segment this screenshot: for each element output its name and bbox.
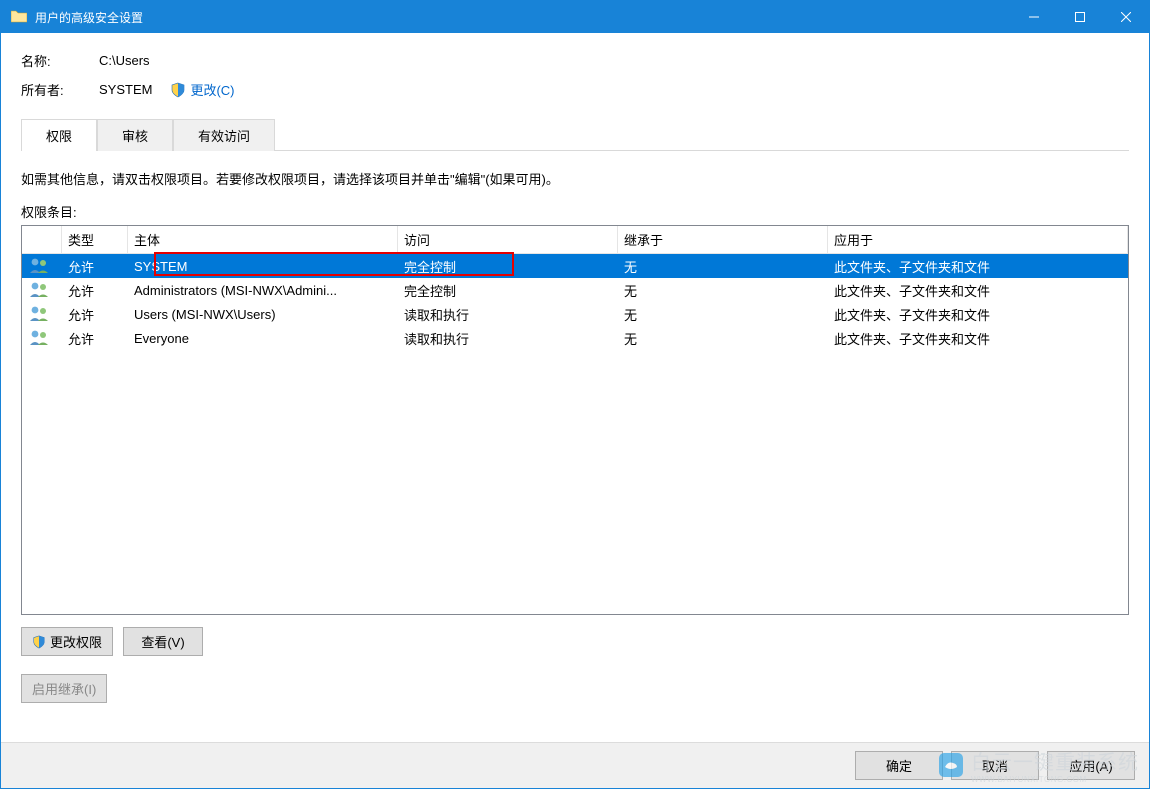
- owner-row: 所有者: SYSTEM 更改(C): [21, 80, 1129, 99]
- advanced-security-window: 用户的高级安全设置 名称: C:\Users 所有者: SYSTEM 更改(C)…: [0, 0, 1150, 789]
- users-icon: [22, 302, 62, 327]
- ok-button[interactable]: 确定: [855, 751, 943, 780]
- col-inherited-from[interactable]: 继承于: [618, 226, 828, 253]
- cell-principal: Everyone: [128, 329, 398, 348]
- permission-entries-label: 权限条目:: [21, 202, 1129, 221]
- cell-applies-to: 此文件夹、子文件夹和文件: [828, 279, 1128, 302]
- content-area: 名称: C:\Users 所有者: SYSTEM 更改(C) 权限 审核 有效访…: [1, 33, 1149, 742]
- tab-auditing[interactable]: 审核: [97, 119, 173, 151]
- cell-applies-to: 此文件夹、子文件夹和文件: [828, 303, 1128, 326]
- cell-principal: Users (MSI-NWX\Users): [128, 305, 398, 324]
- cell-inherited-from: 无: [618, 255, 828, 278]
- dialog-footer: 确定 取消 应用(A) 白云一键重装系统 WWW.BAIYUNXITONG.CO…: [1, 742, 1149, 788]
- cell-inherited-from: 无: [618, 303, 828, 326]
- cancel-button[interactable]: 取消: [951, 751, 1039, 780]
- cell-type: 允许: [62, 303, 128, 326]
- name-value: C:\Users: [99, 53, 150, 68]
- shield-icon: [152, 82, 190, 98]
- col-spacer: [22, 226, 62, 253]
- table-row[interactable]: 允许Administrators (MSI-NWX\Admini...完全控制无…: [22, 278, 1128, 302]
- tab-auditing-label: 审核: [122, 129, 148, 144]
- users-icon: [22, 278, 62, 303]
- enable-inheritance-button[interactable]: 启用继承(I): [21, 674, 107, 703]
- enable-inheritance-label: 启用继承(I): [32, 679, 96, 698]
- cell-access: 读取和执行: [398, 327, 618, 350]
- tab-effective-label: 有效访问: [198, 129, 250, 144]
- col-principal[interactable]: 主体: [128, 226, 398, 253]
- table-header: 类型 主体 访问 继承于 应用于: [22, 226, 1128, 254]
- table-body: 允许SYSTEM完全控制无此文件夹、子文件夹和文件允许Administrator…: [22, 254, 1128, 350]
- cell-access: 完全控制: [398, 279, 618, 302]
- tab-strip: 权限 审核 有效访问: [21, 119, 1129, 151]
- tab-effective-access[interactable]: 有效访问: [173, 119, 275, 151]
- users-icon: [22, 254, 62, 279]
- cell-type: 允许: [62, 255, 128, 278]
- instruction-text: 如需其他信息，请双击权限项目。若要修改权限项目，请选择该项目并单击"编辑"(如果…: [21, 169, 1129, 188]
- cell-access: 完全控制: [398, 255, 618, 278]
- owner-label: 所有者:: [21, 80, 99, 99]
- apply-button[interactable]: 应用(A): [1047, 751, 1135, 780]
- change-permissions-button[interactable]: 更改权限: [21, 627, 113, 656]
- view-button[interactable]: 查看(V): [123, 627, 203, 656]
- cell-principal: Administrators (MSI-NWX\Admini...: [128, 281, 398, 300]
- users-icon: [22, 326, 62, 351]
- minimize-button[interactable]: [1011, 1, 1057, 33]
- cell-inherited-from: 无: [618, 327, 828, 350]
- cell-principal: SYSTEM: [128, 257, 398, 276]
- tab-permissions-label: 权限: [46, 129, 72, 144]
- close-button[interactable]: [1103, 1, 1149, 33]
- view-button-label: 查看(V): [141, 632, 184, 651]
- cell-type: 允许: [62, 327, 128, 350]
- window-title: 用户的高级安全设置: [35, 9, 143, 26]
- cell-type: 允许: [62, 279, 128, 302]
- ok-button-label: 确定: [886, 756, 912, 775]
- inherit-button-row: 启用继承(I): [21, 674, 1129, 703]
- col-type[interactable]: 类型: [62, 226, 128, 253]
- owner-value: SYSTEM: [99, 82, 152, 97]
- table-row[interactable]: 允许Users (MSI-NWX\Users)读取和执行无此文件夹、子文件夹和文…: [22, 302, 1128, 326]
- col-applies-to[interactable]: 应用于: [828, 226, 1128, 253]
- permission-table: 类型 主体 访问 继承于 应用于 允许SYSTEM完全控制无此文件夹、子文件夹和…: [21, 225, 1129, 615]
- name-row: 名称: C:\Users: [21, 51, 1129, 70]
- cell-inherited-from: 无: [618, 279, 828, 302]
- cell-access: 读取和执行: [398, 303, 618, 326]
- folder-icon: [1, 9, 35, 26]
- cell-applies-to: 此文件夹、子文件夹和文件: [828, 255, 1128, 278]
- titlebar[interactable]: 用户的高级安全设置: [1, 1, 1149, 33]
- change-owner-link[interactable]: 更改(C): [190, 80, 234, 99]
- apply-button-label: 应用(A): [1069, 756, 1112, 775]
- change-permissions-label: 更改权限: [50, 632, 102, 651]
- col-access[interactable]: 访问: [398, 226, 618, 253]
- table-row[interactable]: 允许SYSTEM完全控制无此文件夹、子文件夹和文件: [22, 254, 1128, 278]
- cell-applies-to: 此文件夹、子文件夹和文件: [828, 327, 1128, 350]
- action-button-row: 更改权限 查看(V): [21, 627, 1129, 656]
- name-label: 名称:: [21, 51, 99, 70]
- maximize-button[interactable]: [1057, 1, 1103, 33]
- shield-icon: [32, 634, 46, 649]
- cancel-button-label: 取消: [982, 756, 1008, 775]
- table-row[interactable]: 允许Everyone读取和执行无此文件夹、子文件夹和文件: [22, 326, 1128, 350]
- tab-permissions[interactable]: 权限: [21, 119, 97, 151]
